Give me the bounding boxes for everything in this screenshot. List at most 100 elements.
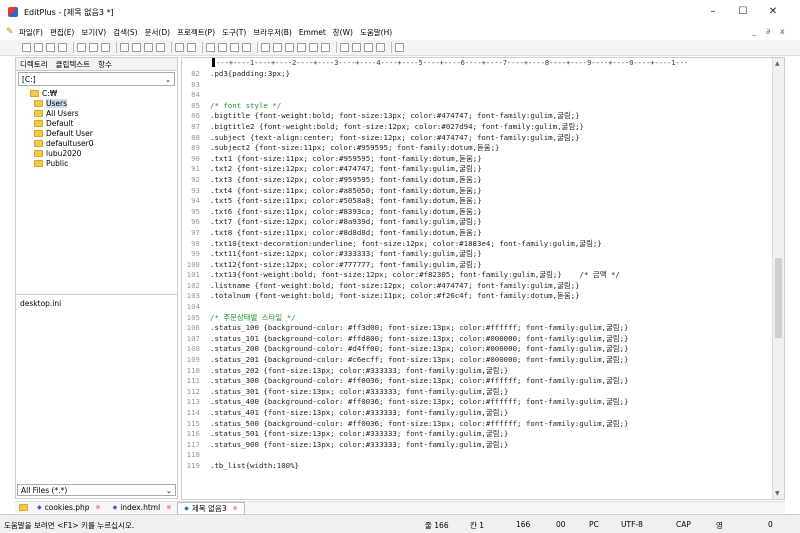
drive-select[interactable]: [C:] ⌄	[18, 72, 175, 86]
save-icon[interactable]	[46, 43, 55, 52]
tree-item[interactable]: Default	[34, 118, 73, 128]
goto-icon[interactable]	[242, 43, 251, 52]
pen-icon: ✎	[6, 27, 14, 37]
line-number: 102	[186, 280, 200, 290]
code-text: .listname {font-weight:bold; font-size:1…	[210, 280, 580, 290]
menu-file[interactable]: 파일(F)	[19, 27, 43, 38]
tab-cliptext[interactable]: 클립텍스트	[52, 59, 95, 70]
toolbar-divider	[202, 42, 203, 53]
redo-icon[interactable]	[187, 43, 196, 52]
line-number: 99	[191, 249, 200, 259]
status-ime: 영	[716, 521, 723, 530]
tree-item[interactable]: lubu2020	[34, 148, 81, 158]
mdi-restore-button[interactable]: ∂	[766, 27, 770, 36]
print-preview-icon[interactable]	[89, 43, 98, 52]
mdi-minimize-button[interactable]: _	[752, 27, 756, 36]
tree-item[interactable]: Default User	[34, 128, 93, 138]
minimize-button[interactable]: –	[706, 5, 720, 19]
save-all-icon[interactable]	[58, 43, 67, 52]
code-line: 115 .status_500 {background-color: #ff003…	[182, 419, 772, 430]
tab-directory[interactable]: 디렉토리	[16, 59, 52, 70]
ruler-icon[interactable]	[297, 43, 306, 52]
menu-search[interactable]: 검색(S)	[113, 27, 137, 38]
doc-tab-untitled3[interactable]: ◆ 제목 없음3 ⊗	[177, 501, 245, 514]
preview-icon[interactable]	[376, 43, 385, 52]
doc-tab-cookies[interactable]: ◆ cookies.php ⊗	[31, 502, 107, 514]
maximize-button[interactable]: ☐	[736, 5, 750, 19]
find-icon[interactable]	[206, 43, 215, 52]
line-number: 86	[191, 111, 200, 121]
help-icon[interactable]	[395, 43, 404, 52]
status-encoding: UTF-8	[621, 520, 643, 529]
tree-item[interactable]: defaultuser0	[34, 138, 94, 148]
menu-project[interactable]: 프로젝트(P)	[177, 27, 215, 38]
line-number: 88	[191, 132, 200, 142]
spellcheck-icon[interactable]	[101, 43, 110, 52]
browser-icon[interactable]	[364, 43, 373, 52]
folder-icon	[34, 149, 43, 157]
delete-icon[interactable]	[156, 43, 165, 52]
menu-help[interactable]: 도움말(H)	[360, 27, 392, 38]
undo-icon[interactable]	[175, 43, 184, 52]
tree-item[interactable]: C:₩	[30, 88, 57, 98]
close-button[interactable]: ✕	[766, 5, 780, 19]
code-line: 90 .txt1 {font-size:11px; color:#959595; …	[182, 154, 772, 165]
menu-emmet[interactable]: Emmet	[299, 28, 326, 37]
menu-view[interactable]: 보기(V)	[81, 27, 106, 38]
print-icon[interactable]	[77, 43, 86, 52]
code-text: /* font style */	[210, 100, 282, 110]
code-text: .txt13{font-weight:bold; font-size:12px;…	[210, 270, 620, 280]
paste-icon[interactable]	[144, 43, 153, 52]
close-tab-icon[interactable]: ⊗	[96, 504, 101, 511]
folder-tree: C:₩ Users All Users Default Default User…	[16, 88, 177, 295]
tree-item[interactable]: All Users	[34, 108, 79, 118]
replace-icon[interactable]	[218, 43, 227, 52]
close-tab-icon[interactable]: ⊗	[233, 505, 238, 512]
find-in-files-icon[interactable]	[230, 43, 239, 52]
settings-icon[interactable]	[321, 43, 330, 52]
copy-icon[interactable]	[132, 43, 141, 52]
file-item[interactable]: desktop.ini	[20, 299, 173, 308]
code-text: .txt4 {font-size:11px; color:#a85050; fo…	[210, 185, 482, 195]
editplus-logo-icon	[8, 7, 18, 17]
line-number: 111	[186, 376, 200, 386]
code-line: 91 .txt2 {font-size:12px; color:#474747; …	[182, 164, 772, 175]
window-cascade-icon[interactable]	[352, 43, 361, 52]
file-filter-select[interactable]: All Files (*.*) ⌄	[17, 484, 176, 496]
menu-document[interactable]: 문서(D)	[145, 27, 170, 38]
code-text: .txt8 {font-size:11px; color:#8d8d8d; fo…	[210, 227, 482, 237]
line-number-icon[interactable]	[309, 43, 318, 52]
menu-window[interactable]: 창(W)	[333, 27, 353, 38]
font-icon[interactable]	[261, 43, 270, 52]
line-number: 84	[191, 90, 200, 100]
new-file-icon[interactable]	[22, 43, 31, 52]
menu-browser[interactable]: 브라우저(B)	[253, 27, 292, 38]
window-tile-icon[interactable]	[340, 43, 349, 52]
open-file-icon[interactable]	[34, 43, 43, 52]
menu-edit[interactable]: 편집(E)	[50, 27, 74, 38]
sidebar-tabs: 디렉토리 클립텍스트 항수	[16, 58, 177, 71]
hex-icon[interactable]	[273, 43, 282, 52]
tree-item[interactable]: Public	[34, 158, 68, 168]
menu-tools[interactable]: 도구(T)	[222, 27, 246, 38]
code-text: .txt10{text-decoration:underline; font-s…	[210, 238, 602, 248]
scroll-down-icon[interactable]: ▼	[775, 490, 780, 497]
scroll-up-icon[interactable]: ▲	[775, 60, 780, 67]
toolbar-divider	[73, 42, 74, 53]
folder-icon	[19, 504, 28, 511]
mdi-close-button[interactable]: x	[780, 27, 785, 36]
doc-tab-index[interactable]: ◆ index.html ⊗	[107, 502, 178, 514]
cut-icon[interactable]	[120, 43, 129, 52]
code-line: 119 .tb_list{width:100%}	[182, 461, 772, 472]
code-editor[interactable]: ----+----1----+----2----+----3----+----4…	[181, 57, 785, 500]
tree-item[interactable]: Users	[34, 98, 68, 108]
code-text: .status_300 {background-color: #ff0036; …	[210, 376, 629, 386]
tab-functions[interactable]: 항수	[94, 59, 116, 70]
line-number: 113	[186, 397, 200, 407]
scrollbar-thumb[interactable]	[775, 258, 782, 338]
vertical-scrollbar[interactable]: ▲ ▼	[772, 58, 784, 499]
menu-bar: ✎ 파일(F) 편집(E) 보기(V) 검색(S) 문서(D) 프로젝트(P) …	[0, 24, 800, 40]
folder-icon	[34, 139, 43, 147]
close-tab-icon[interactable]: ⊗	[166, 504, 171, 511]
word-wrap-icon[interactable]	[285, 43, 294, 52]
